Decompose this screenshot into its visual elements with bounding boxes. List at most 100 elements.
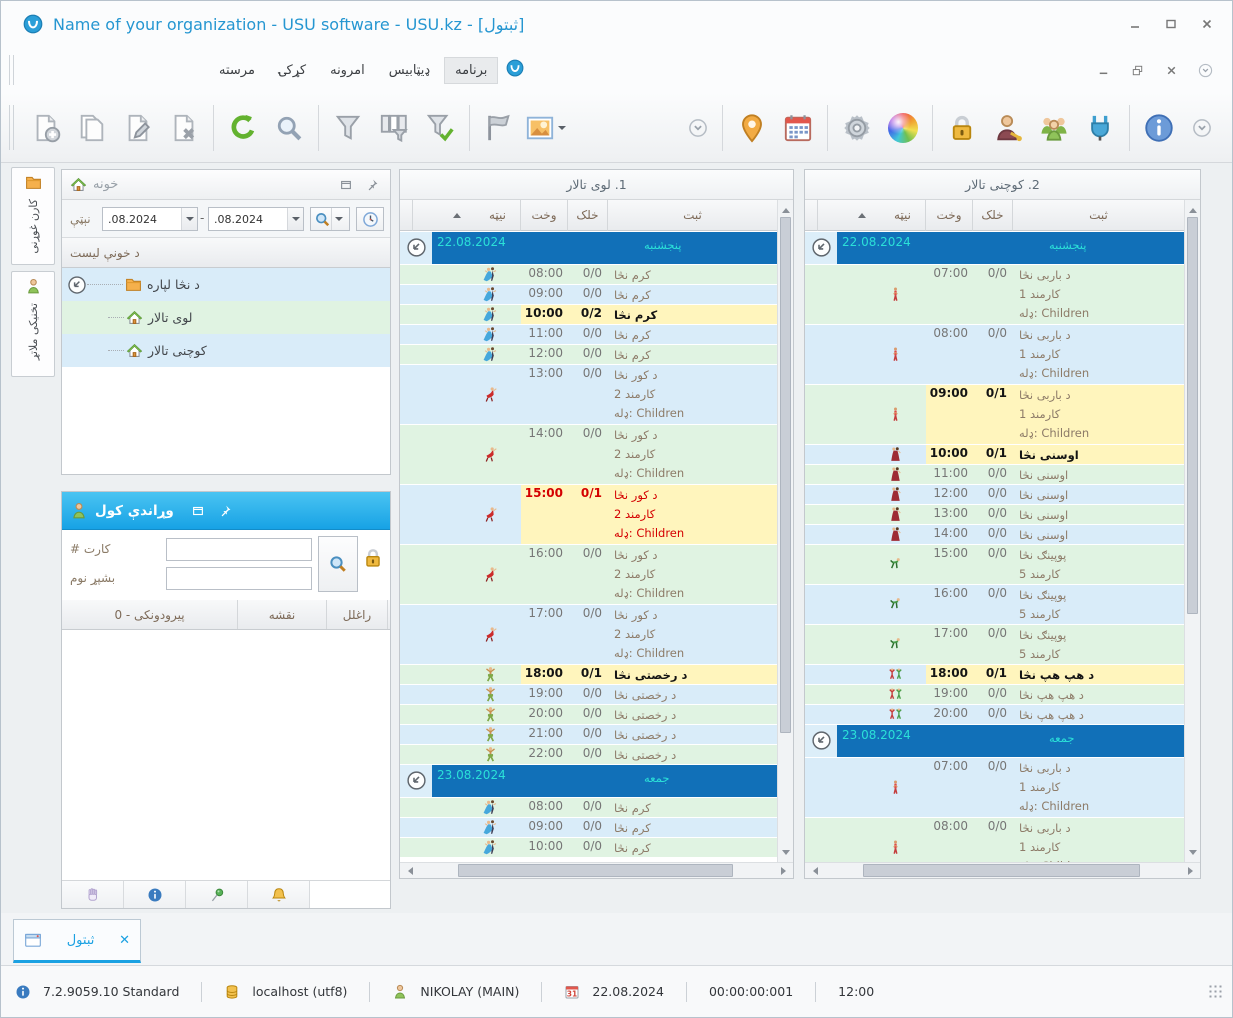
column-header-date[interactable]: نیټه bbox=[413, 200, 521, 231]
lock-button[interactable] bbox=[939, 101, 985, 155]
schedule-row[interactable]: 08:000/0کرم نڅا bbox=[400, 265, 777, 285]
column-header-people[interactable]: خلک bbox=[973, 200, 1013, 231]
scroll-left-arrow[interactable] bbox=[805, 863, 821, 879]
filter-apply-button[interactable] bbox=[417, 101, 463, 155]
column-header-record[interactable]: ثبت bbox=[608, 200, 777, 231]
side-tab-tech-support[interactable]: تخنیکی ملاتړ bbox=[11, 271, 55, 377]
schedule-row[interactable]: 14:000/0اوسنی نڅا bbox=[805, 525, 1184, 545]
mdi-overflow-button[interactable] bbox=[1194, 59, 1216, 81]
filter-columns-button[interactable] bbox=[371, 101, 417, 155]
pushpin-button[interactable] bbox=[186, 881, 248, 908]
tree-item-0[interactable]: د نڅا لپاره bbox=[62, 268, 390, 301]
hand-button[interactable] bbox=[62, 881, 124, 908]
schedule-row[interactable]: 20:000/0د رخصتی نڅا bbox=[400, 705, 777, 725]
schedule-row[interactable]: 16:000/0پوپینګ نڅاکارمند 5 bbox=[805, 585, 1184, 625]
scrollbar-thumb[interactable] bbox=[780, 217, 791, 733]
collapse-icon[interactable] bbox=[406, 237, 427, 258]
schedule-row[interactable]: 11:000/0کرم نڅا bbox=[400, 325, 777, 345]
mdi-restore-button[interactable] bbox=[1126, 59, 1148, 81]
column-header-date[interactable]: نیټه bbox=[818, 200, 926, 231]
scroll-down-arrow[interactable] bbox=[1185, 846, 1200, 862]
plug-button[interactable] bbox=[1077, 101, 1123, 155]
chevron-down-icon[interactable] bbox=[181, 208, 197, 230]
pin-panel-button[interactable] bbox=[362, 175, 382, 195]
schedule-row[interactable]: 12:000/0اوسنی نڅا bbox=[805, 485, 1184, 505]
mdi-close-button[interactable] bbox=[1160, 59, 1182, 81]
scroll-up-arrow[interactable] bbox=[778, 200, 793, 216]
schedule-row[interactable]: 10:000/1اوسنی نڅا bbox=[805, 445, 1184, 465]
schedule-row[interactable]: 15:000/1د کور نڅاکارمند 2ډله: Children bbox=[400, 485, 777, 545]
room-search-button[interactable] bbox=[310, 207, 350, 231]
doc-copy-button[interactable] bbox=[69, 101, 115, 155]
schedule-row[interactable]: 09:000/0کرم نڅا bbox=[400, 285, 777, 305]
map-pin-button[interactable] bbox=[729, 101, 775, 155]
schedule-row[interactable]: 08:000/0د باربی نڅاکارمند 1ډله: Children bbox=[805, 325, 1184, 385]
date-from-combo[interactable]: .08.2024 bbox=[102, 207, 198, 231]
refresh-button[interactable] bbox=[220, 101, 266, 155]
schedule-row[interactable]: 19:000/0د هپ هپ نڅا bbox=[805, 685, 1184, 705]
scrollbar-thumb[interactable] bbox=[1187, 217, 1198, 614]
collapse-icon[interactable] bbox=[406, 770, 427, 791]
schedule-row[interactable]: 21:000/0د رخصتی نڅا bbox=[400, 725, 777, 745]
filter-button[interactable] bbox=[325, 101, 371, 155]
schedule-row[interactable]: 17:000/0پوپینګ نڅاکارمند 5 bbox=[805, 625, 1184, 665]
schedule-row[interactable]: 07:000/0د باربی نڅاکارمند 1ډله: Children bbox=[805, 265, 1184, 325]
horizontal-scrollbar[interactable] bbox=[805, 862, 1200, 878]
picture-button[interactable] bbox=[522, 101, 568, 155]
tree-item-2[interactable]: کوچنی تالار bbox=[62, 334, 390, 367]
schedule-row[interactable]: 15:000/0پوپینګ نڅاکارمند 5 bbox=[805, 545, 1184, 585]
minimize-button[interactable] bbox=[1124, 13, 1146, 35]
schedule-row[interactable]: 09:000/0کرم نڅا bbox=[400, 818, 777, 838]
schedule-group-row[interactable]: 22.08.2024پنجشنبه bbox=[805, 232, 1184, 265]
schedule-row[interactable]: 10:000/2کرم نڅا bbox=[400, 305, 777, 325]
gear-button[interactable] bbox=[834, 101, 880, 155]
flag-button[interactable] bbox=[476, 101, 522, 155]
mdi-minimize-button[interactable] bbox=[1092, 59, 1114, 81]
float-panel-button[interactable] bbox=[188, 501, 208, 521]
schedule-row[interactable]: 09:000/1د باربی نڅاکارمند 1ډله: Children bbox=[805, 385, 1184, 445]
document-tab-0[interactable]: ثبتول✕ bbox=[13, 919, 141, 963]
bell-button[interactable] bbox=[248, 881, 310, 908]
scroll-left-arrow[interactable] bbox=[400, 863, 416, 879]
toolbar-overflow-icon[interactable] bbox=[688, 118, 708, 138]
vertical-scrollbar[interactable] bbox=[1184, 200, 1200, 862]
schedule-row[interactable]: 11:000/0اوسنی نڅا bbox=[805, 465, 1184, 485]
schedule-row[interactable]: 18:000/1د رخصتی نڅا bbox=[400, 665, 777, 685]
schedule-group-row[interactable]: 23.08.2024جمعه bbox=[400, 765, 777, 798]
scrollbar-thumb[interactable] bbox=[863, 864, 1140, 877]
horizontal-scrollbar[interactable] bbox=[400, 862, 793, 878]
calendar-button[interactable] bbox=[775, 101, 821, 155]
scroll-right-arrow[interactable] bbox=[1184, 863, 1200, 879]
schedule-time-button[interactable] bbox=[356, 207, 384, 231]
toolbar-overflow-icon[interactable] bbox=[1192, 118, 1212, 138]
schedule-row[interactable]: 18:000/1د هپ هپ نڅا bbox=[805, 665, 1184, 685]
user-key-button[interactable] bbox=[985, 101, 1031, 155]
collapse-icon[interactable] bbox=[811, 237, 832, 258]
column-header-time[interactable]: وخت bbox=[521, 200, 568, 231]
menu-item-3[interactable]: کړکۍ bbox=[269, 58, 316, 83]
schedule-group-row[interactable]: 22.08.2024پنجشنبه bbox=[400, 232, 777, 265]
resize-grip[interactable] bbox=[1208, 984, 1224, 1000]
info-button[interactable] bbox=[1136, 101, 1182, 155]
schedule-row[interactable]: 19:000/0د رخصتی نڅا bbox=[400, 685, 777, 705]
chevron-down-icon[interactable] bbox=[287, 208, 303, 230]
column-header-time[interactable]: وخت bbox=[926, 200, 973, 231]
toolbar-grip[interactable] bbox=[9, 105, 14, 150]
tab-close-button[interactable]: ✕ bbox=[119, 933, 130, 948]
scrollbar-thumb[interactable] bbox=[458, 864, 733, 877]
card-number-input[interactable] bbox=[166, 538, 312, 561]
schedule-row[interactable]: 13:000/0اوسنی نڅا bbox=[805, 505, 1184, 525]
schedule-row[interactable]: 22:000/0د رخصتی نڅا bbox=[400, 745, 777, 765]
schedule-row[interactable]: 08:000/0کرم نڅا bbox=[400, 798, 777, 818]
date-to-combo[interactable]: .08.2024 bbox=[208, 207, 304, 231]
chevron-down-icon[interactable] bbox=[558, 126, 566, 134]
float-panel-button[interactable] bbox=[336, 175, 356, 195]
menu-item-0[interactable]: برنامه bbox=[444, 57, 498, 84]
menu-item-2[interactable]: امرونه bbox=[320, 58, 375, 83]
search-options-dropdown[interactable] bbox=[331, 208, 346, 230]
doc-edit-button[interactable] bbox=[115, 101, 161, 155]
close-button[interactable] bbox=[1196, 13, 1218, 35]
menu-item-1[interactable]: ډیټابیس bbox=[379, 58, 440, 83]
schedule-row[interactable]: 14:000/0د کور نڅاکارمند 2ډله: Children bbox=[400, 425, 777, 485]
search-button[interactable] bbox=[266, 101, 312, 155]
